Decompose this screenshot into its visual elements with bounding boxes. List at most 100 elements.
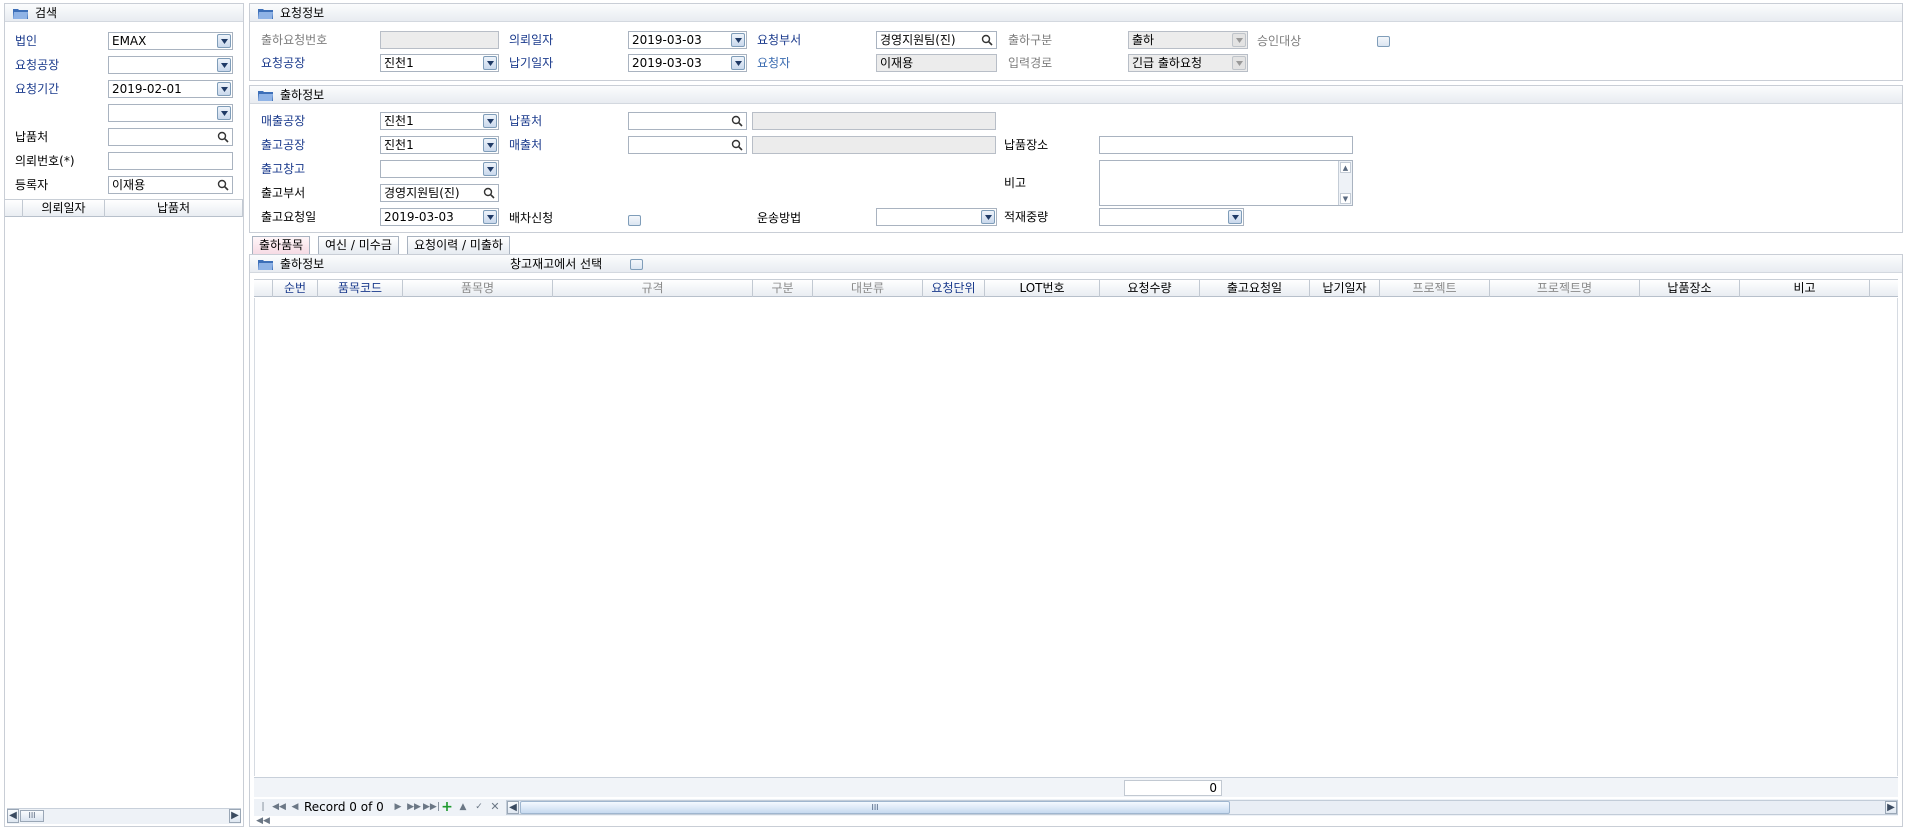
search-icon[interactable]	[981, 34, 993, 46]
grid-header-col-4[interactable]: 구분	[753, 280, 813, 297]
grid-header-col-5[interactable]: 대분류	[813, 280, 923, 297]
tab-request-history[interactable]: 요청이력 / 미출하	[407, 236, 510, 254]
out-dept-search[interactable]: 경영지원팀(진)	[380, 184, 499, 202]
grid-header-col-7[interactable]: LOT번호	[985, 280, 1100, 297]
grid-header-col-11[interactable]: 프로젝트	[1380, 280, 1490, 297]
scroll-up-icon[interactable]: ▲	[1340, 162, 1351, 173]
prev-page-icon[interactable]: ◀◀	[272, 800, 286, 814]
chevron-down-icon[interactable]	[217, 82, 231, 96]
register-label: 등록자	[15, 178, 49, 192]
chevron-down-icon[interactable]	[483, 162, 497, 176]
move-up-icon[interactable]: ▲	[456, 800, 470, 814]
load-weight-select[interactable]	[1099, 208, 1244, 226]
next-record-icon[interactable]: ▶	[391, 800, 405, 814]
input-path-select: 긴급 출하요청	[1128, 54, 1248, 72]
search-icon[interactable]	[731, 115, 743, 127]
chevron-down-icon[interactable]	[731, 56, 745, 70]
req-dept-search[interactable]: 경영지원팀(진)	[876, 31, 997, 49]
chevron-down-icon[interactable]	[1228, 210, 1242, 224]
chevron-down-icon[interactable]	[483, 210, 497, 224]
delivery-to-search[interactable]	[628, 112, 747, 130]
delivery-place-input[interactable]	[1099, 136, 1353, 154]
chevron-down-icon[interactable]	[483, 114, 497, 128]
chevron-down-icon[interactable]	[217, 34, 231, 48]
requester-label: 요청자	[757, 56, 791, 70]
prev-record-icon[interactable]: ◀	[288, 800, 302, 814]
period-from-date[interactable]: 2019-02-01	[108, 80, 233, 98]
grid-header-col-0[interactable]: 순번	[273, 280, 318, 297]
register-search-input[interactable]: 이재용	[108, 176, 233, 194]
search-icon[interactable]	[731, 139, 743, 151]
chevron-down-icon[interactable]	[217, 106, 231, 120]
delete-icon[interactable]: ✕	[488, 800, 502, 814]
search-icon[interactable]	[217, 179, 229, 191]
scroll-thumb[interactable]: III	[20, 810, 44, 822]
first-record-icon[interactable]: |◀◀	[256, 800, 270, 826]
grid-header-col-14[interactable]: 비고	[1740, 280, 1870, 297]
factory-select[interactable]	[108, 56, 233, 74]
tab-ship-items[interactable]: 출하품목	[252, 236, 311, 254]
out-req-date-field[interactable]: 2019-03-03	[380, 208, 499, 226]
period-to-date[interactable]	[108, 104, 233, 122]
check-icon[interactable]: ✓	[472, 800, 486, 814]
tab-credit-receivables[interactable]: 여신 / 미수금	[318, 236, 399, 254]
approval-checkbox[interactable]	[1377, 36, 1390, 47]
scroll-left-icon[interactable]: ◀	[507, 801, 519, 814]
grid-header-col-8[interactable]: 요청수량	[1100, 280, 1200, 297]
due-date-field[interactable]: 2019-03-03	[628, 54, 747, 72]
remark-scrollbar[interactable]: ▲ ▼	[1338, 161, 1352, 205]
chevron-down-icon[interactable]	[981, 210, 995, 224]
delivery-search-input[interactable]	[108, 128, 233, 146]
items-horizontal-scrollbar[interactable]: ◀ III ▶	[506, 800, 1898, 815]
req-factory-select[interactable]: 진천1	[380, 54, 499, 72]
grid-header-col-10[interactable]: 납기일자	[1310, 280, 1380, 297]
items-grid-body[interactable]	[254, 298, 1898, 776]
out-warehouse-select[interactable]	[380, 160, 499, 178]
dispatch-checkbox[interactable]	[628, 215, 641, 226]
remark-label: 비고	[1004, 176, 1027, 190]
grid-header-col-12[interactable]: 프로젝트명	[1490, 280, 1640, 297]
horizontal-scrollbar[interactable]: ◀ III ▶	[7, 808, 241, 824]
row-indicator-header	[254, 280, 273, 297]
add-record-icon[interactable]: +	[440, 800, 454, 814]
scroll-down-icon[interactable]: ▼	[1340, 193, 1351, 204]
stock-select-checkbox[interactable]	[630, 259, 643, 270]
sales-factory-label: 매출공장	[261, 114, 306, 128]
shipping-info-panel: 출하정보 매출공장 진천1 납품처 출고공장 진천1 매출처 납품장소 출고창고…	[249, 85, 1903, 233]
last-record-icon[interactable]: ▶▶|	[423, 800, 440, 814]
corp-select[interactable]: EMAX	[108, 32, 233, 50]
req-date-field[interactable]: 2019-03-03	[628, 31, 747, 49]
items-title: 출하정보	[280, 257, 325, 271]
stock-select-label: 창고재고에서 선택	[510, 257, 603, 271]
chevron-down-icon[interactable]	[483, 56, 497, 70]
chevron-down-icon[interactable]	[483, 138, 497, 152]
grid-header-col-3[interactable]: 규격	[553, 280, 753, 297]
search-icon[interactable]	[217, 131, 229, 143]
input-path-label: 입력경로	[1008, 56, 1053, 70]
sales-factory-select[interactable]: 진천1	[380, 112, 499, 130]
scroll-thumb[interactable]: III	[520, 801, 1230, 814]
search-icon[interactable]	[483, 187, 495, 199]
grid-header-col-1[interactable]: 품목코드	[318, 280, 403, 297]
next-page-icon[interactable]: ▶▶	[407, 800, 421, 814]
grid-header-col-2[interactable]: 품목명	[403, 280, 553, 297]
sales-to-search[interactable]	[628, 136, 747, 154]
transport-select[interactable]	[876, 208, 997, 226]
grid-header-col-9[interactable]: 출고요청일	[1200, 280, 1310, 297]
remark-textarea[interactable]: ▲ ▼	[1099, 160, 1353, 206]
folder-icon	[258, 9, 273, 19]
grid-header-col-6[interactable]: 요청단위	[923, 280, 985, 297]
grid-header-delivery[interactable]: 납품처	[105, 200, 243, 217]
out-factory-select[interactable]: 진천1	[380, 136, 499, 154]
scroll-right-icon[interactable]: ▶	[229, 809, 241, 823]
grid-header-req-date[interactable]: 의뢰일자	[23, 200, 105, 217]
scroll-right-icon[interactable]: ▶	[1885, 801, 1897, 814]
chevron-down-icon[interactable]	[731, 33, 745, 47]
grid-header-col-13[interactable]: 납품장소	[1640, 280, 1740, 297]
chevron-down-icon[interactable]	[217, 58, 231, 72]
scroll-left-icon[interactable]: ◀	[7, 809, 19, 823]
reqno-input[interactable]	[108, 152, 233, 170]
chevron-down-icon	[1232, 33, 1246, 47]
search-result-grid-body[interactable]	[5, 218, 243, 808]
transport-label: 운송방법	[757, 211, 802, 225]
